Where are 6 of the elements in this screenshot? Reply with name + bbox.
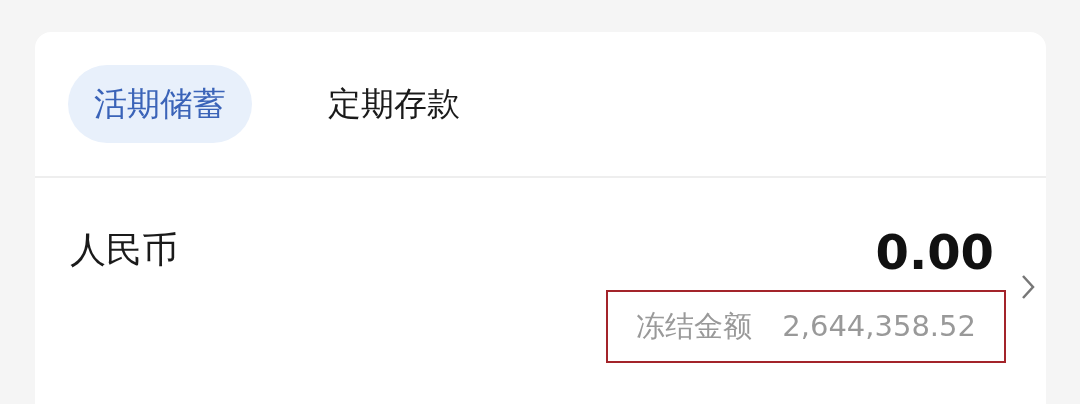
- currency-label: 人民币: [70, 232, 178, 272]
- frozen-label: 冻结金额: [636, 307, 753, 345]
- tab[interactable]: 活期储蓄: [68, 65, 252, 143]
- balance-amount: 0.00: [875, 228, 994, 276]
- tab[interactable]: 定期存款: [328, 65, 460, 143]
- frozen-amount: 2,644,358.52: [782, 307, 976, 345]
